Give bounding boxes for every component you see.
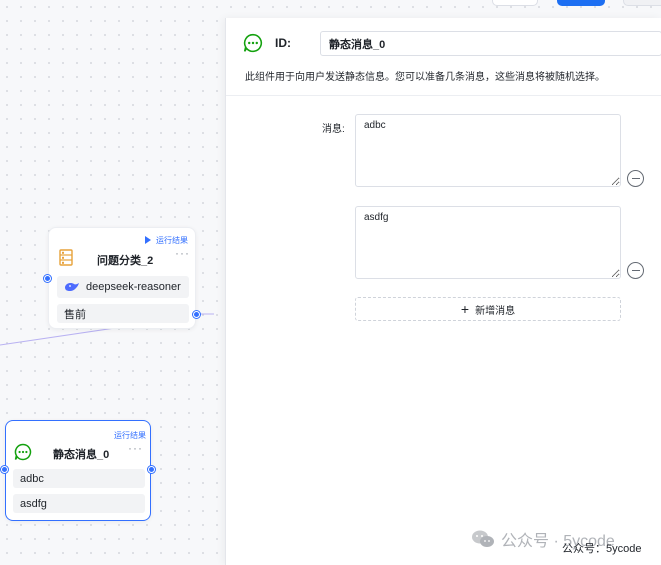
node-title: 静态消息_0 xyxy=(53,449,110,461)
add-message-button[interactable]: + 新增消息 xyxy=(355,297,621,321)
plus-icon: + xyxy=(460,301,470,317)
more-icon[interactable]: ··· xyxy=(175,246,190,260)
classifier-icon xyxy=(59,249,73,266)
id-input[interactable] xyxy=(320,31,661,56)
remove-message-icon[interactable] xyxy=(627,170,644,187)
message-input-port[interactable] xyxy=(1,466,8,473)
more-icon[interactable]: ··· xyxy=(128,441,143,455)
wechat-icon xyxy=(472,530,494,547)
id-label: ID: xyxy=(275,36,291,50)
run-result-label[interactable]: 运行结果 xyxy=(114,430,146,441)
chat-bubble-icon xyxy=(243,33,262,53)
model-row[interactable]: deepseek-reasoner xyxy=(57,276,189,298)
run-result-label: 运行结果 xyxy=(156,236,188,245)
message-textarea[interactable]: asdfg xyxy=(355,206,621,279)
run-result-link[interactable]: 运行结果 xyxy=(145,235,188,246)
play-icon xyxy=(145,236,151,244)
component-description: 此组件用于向用户发送静态信息。您可以准备几条消息，这些消息将被随机选择。 xyxy=(245,72,605,83)
message-output-port[interactable] xyxy=(148,466,155,473)
node-title: 问题分类_2 xyxy=(97,255,154,267)
chat-bubble-icon xyxy=(14,443,32,461)
add-message-label: 新增消息 xyxy=(475,305,516,317)
category-label: 售前 xyxy=(64,308,86,321)
messages-label: 消息: xyxy=(322,124,345,135)
message-row[interactable]: adbc xyxy=(13,469,145,488)
message-row[interactable]: asdfg xyxy=(13,494,145,513)
model-name: deepseek-reasoner xyxy=(86,281,181,293)
message-textarea[interactable]: adbc xyxy=(355,114,621,187)
deepseek-whale-icon xyxy=(65,283,79,292)
remove-message-icon[interactable] xyxy=(627,262,644,279)
static-message-node[interactable]: 运行结果 ··· 静态消息_0 adbc asdfg xyxy=(5,420,151,521)
watermark-caption: 公众号：5ycode xyxy=(562,543,642,555)
category-row[interactable]: 售前 xyxy=(57,304,189,323)
panel-header: ID: 此组件用于向用户发送静态信息。您可以准备几条消息，这些消息将被随机选择。 xyxy=(226,18,661,96)
classifier-output-port[interactable] xyxy=(193,311,200,318)
node-config-panel: ID: 此组件用于向用户发送静态信息。您可以准备几条消息，这些消息将被随机选择。… xyxy=(225,18,661,565)
classifier-input-port[interactable] xyxy=(44,275,51,282)
classifier-node[interactable]: 运行结果 ··· 问题分类_2 deepseek-reasoner 售前 xyxy=(48,227,196,329)
